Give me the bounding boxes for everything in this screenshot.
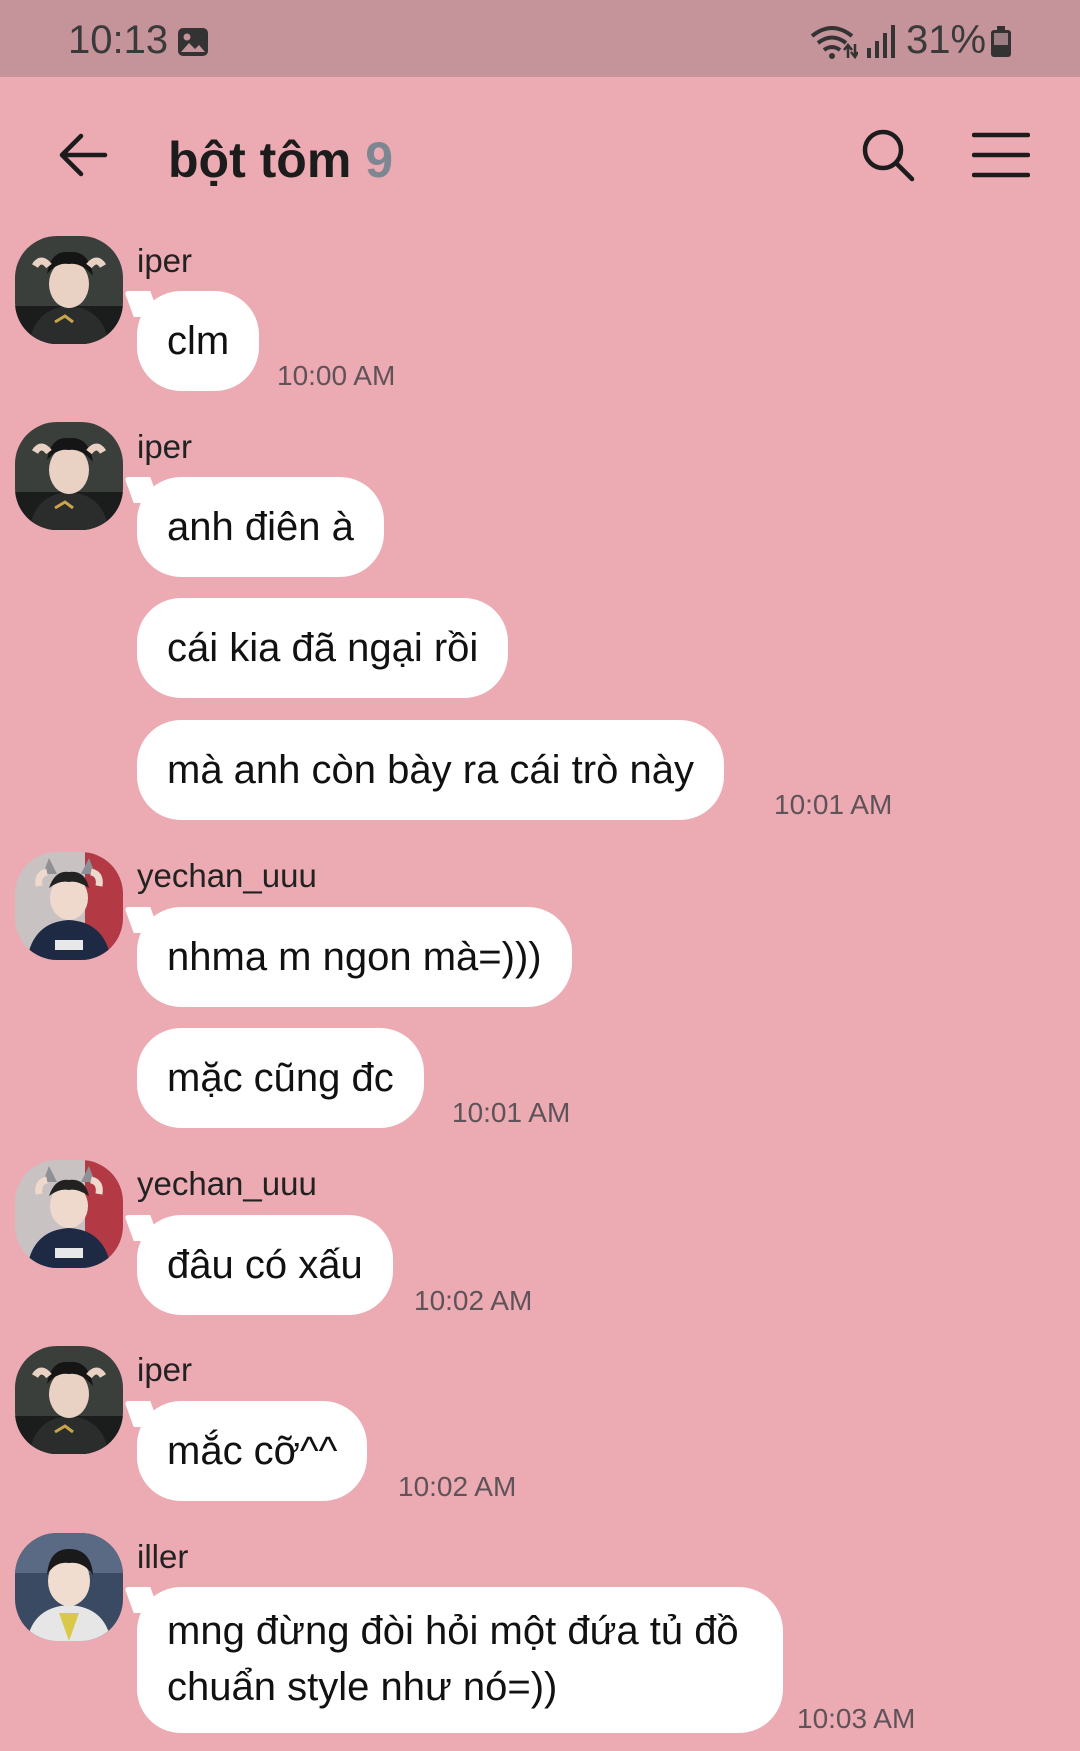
message-bubble[interactable]: mắc cỡ^^ [137,1401,368,1501]
battery-icon [991,26,1011,57]
back-arrow-icon[interactable] [55,127,111,183]
avatar-iller[interactable] [15,1533,123,1641]
message-time: 10:00 AM [277,360,396,391]
message-time: 10:02 AM [414,1285,533,1316]
message-time: 10:02 AM [398,1471,517,1502]
sender-name: yechan_uuu [137,857,317,894]
chat-screen: 10:13 31% bột tôm 9 iper clm 10:00 AM ip… [0,0,1080,1751]
message-bubble[interactable]: mặc cũng đc [137,1028,424,1128]
message-bubble[interactable]: mà anh còn bày ra cái trò này [137,720,724,820]
battery-percentage: 31% [906,18,987,62]
chat-title: bột tôm 9 [168,131,393,189]
sender-name: iper [137,1351,193,1388]
message-bubble[interactable]: mng đừng đòi hỏi một đứa tủ đồ chuẩn sty… [137,1587,783,1733]
status-bar: 10:13 31% [0,0,1080,77]
member-count: 9 [365,132,394,188]
avatar-yechan[interactable] [15,852,123,960]
message-bubble[interactable]: anh điên à [137,477,384,577]
gallery-icon [178,28,208,56]
wifi-icon [810,26,858,60]
search-icon[interactable] [860,127,916,183]
avatar-yechan[interactable] [15,1160,123,1268]
sender-name: iper [137,242,193,279]
message-bubble[interactable]: cái kia đã ngại rồi [137,598,509,698]
menu-icon[interactable] [972,131,1030,179]
sender-name: iper [137,428,193,465]
avatar-iper[interactable] [15,236,123,344]
signal-icon [867,25,895,58]
sender-name: yechan_uuu [137,1165,317,1202]
avatar-iper[interactable] [15,422,123,530]
message-time: 10:03 AM [797,1703,916,1734]
message-bubble[interactable]: đâu có xấu [137,1215,393,1315]
message-time: 10:01 AM [452,1097,571,1128]
avatar-iper[interactable] [15,1346,123,1454]
message-bubble[interactable]: clm [137,291,260,391]
message-bubble[interactable]: nhma m ngon mà=))) [137,907,572,1007]
sender-name: iller [137,1538,189,1575]
message-time: 10:01 AM [774,789,893,820]
status-time: 10:13 [68,18,169,62]
group-name: bột tôm [168,132,352,188]
chat-header: bột tôm 9 [0,77,1080,237]
